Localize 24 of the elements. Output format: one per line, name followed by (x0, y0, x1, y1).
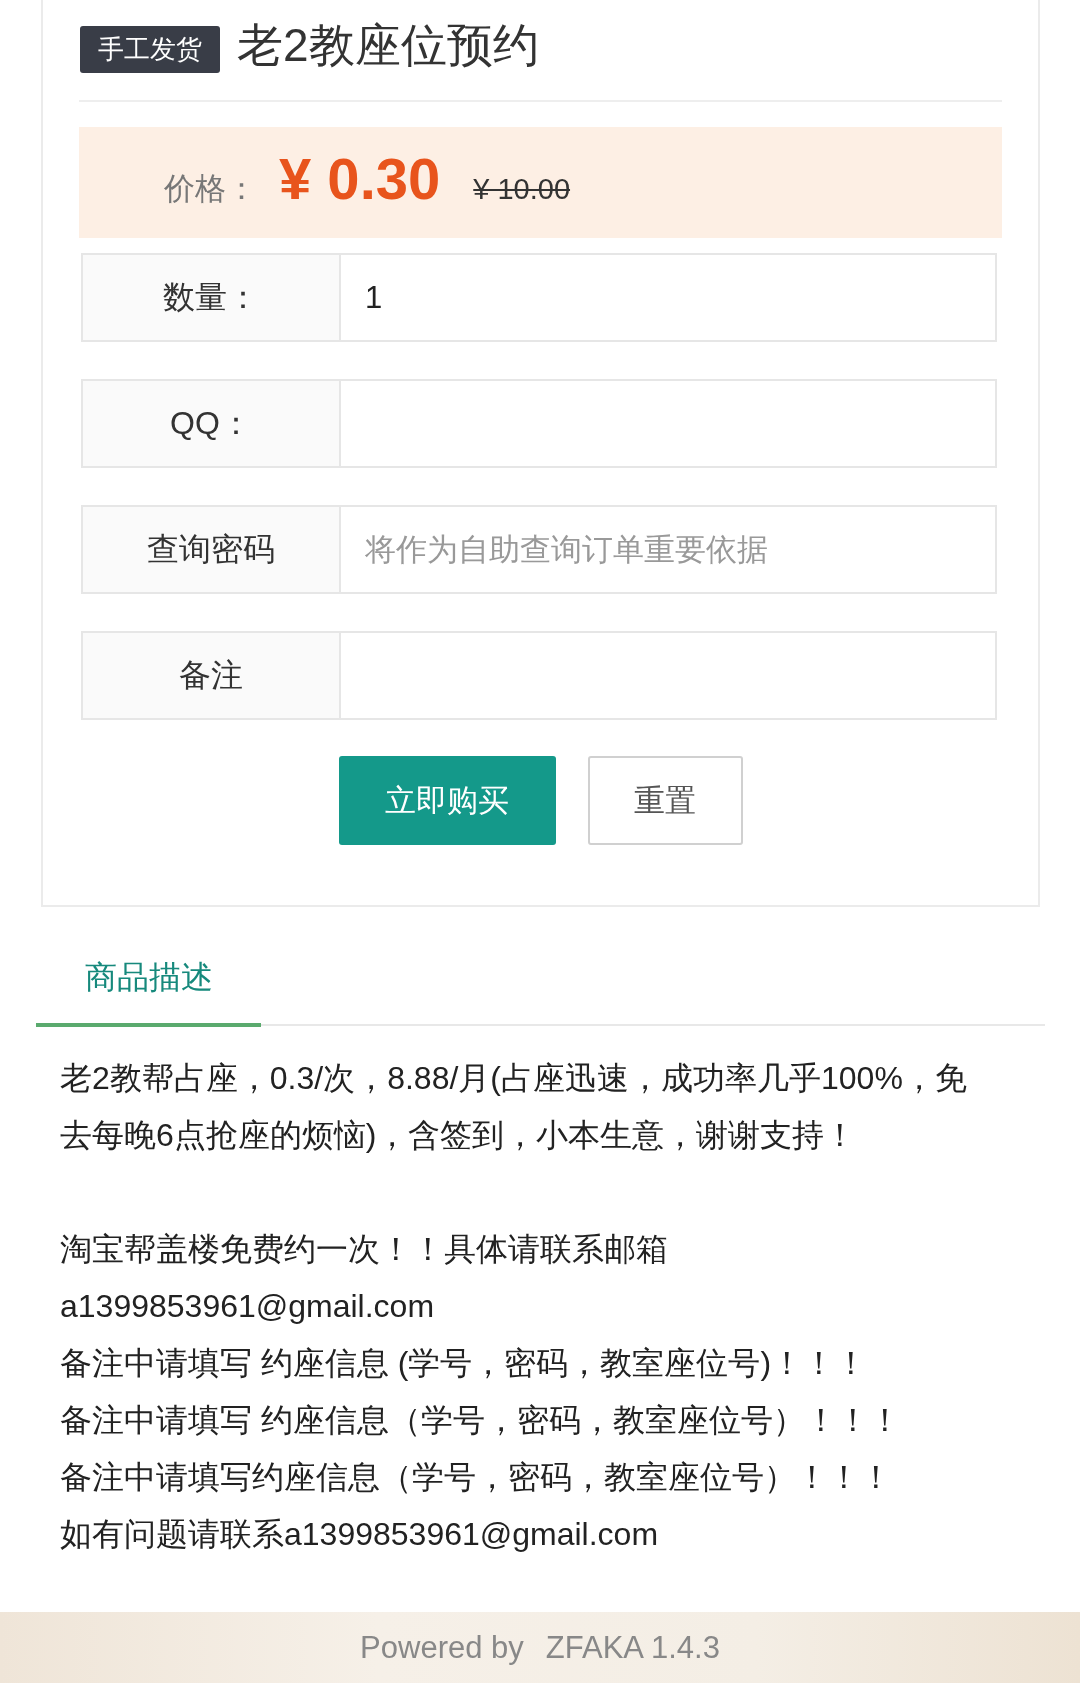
current-price: ¥ 0.30 (279, 145, 441, 213)
description-text: 备注中请填写 约座信息 (学号，密码，教室座位号)！！！ (60, 1344, 869, 1383)
input-field[interactable] (341, 379, 997, 468)
description-text: 备注中请填写 约座信息（学号，密码，教室座位号）！！！ (60, 1401, 902, 1440)
description-text: 老2教帮占座，0.3/次，8.88/月(占座迅速，成功率几乎100%，免去每晚6点抢座的烦恼)，含签到，小本生意，谢谢支持！ (60, 1059, 968, 1155)
version-text: ZFAKA 1.4.3 (545, 1629, 720, 1666)
buy-now-button[interactable]: 立即购买 (338, 756, 556, 845)
price-label: 价格： (164, 170, 257, 208)
description-text: 淘宝帮盖楼免费约一次！！具体请联系邮箱a1399853961@gmail.com (60, 1230, 669, 1326)
field-label: QQ： (81, 379, 341, 468)
delivery-badge: 手工发货 (80, 25, 220, 73)
input-field[interactable]: 1 (341, 253, 997, 342)
field-label: 查询密码 (81, 505, 341, 594)
description-text: 备注中请填写约座信息（学号，密码，教室座位号）！！！ (60, 1458, 893, 1497)
field-label: 备注 (81, 631, 341, 720)
product-title: 老2教座位预约 (237, 18, 539, 73)
tab[interactable]: 商品描述 (36, 937, 261, 1027)
reset-button[interactable]: 重置 (587, 756, 743, 845)
powered-by-text: Powered by (360, 1629, 524, 1666)
original-price: ¥ 10.00 (473, 173, 571, 206)
description-text: 如有问题请联系a1399853961@gmail.com (60, 1515, 660, 1554)
field-label: 数量： (81, 253, 341, 342)
input-field[interactable]: 将作为自助查询订单重要依据 (341, 505, 997, 594)
input-field[interactable] (341, 631, 997, 720)
